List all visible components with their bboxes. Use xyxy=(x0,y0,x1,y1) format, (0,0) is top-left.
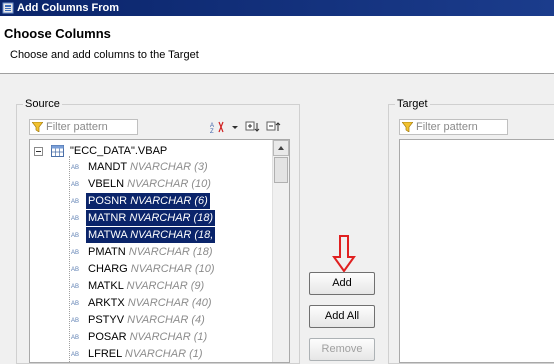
expand-all-icon[interactable] xyxy=(245,121,261,133)
source-label: Source xyxy=(23,98,62,110)
column-label: CHARG NVARCHAR (10) xyxy=(86,261,217,277)
column-type: NVARCHAR (18) xyxy=(129,212,214,224)
column-label: LFREL NVARCHAR (1) xyxy=(86,346,205,362)
column-type: NVARCHAR (9) xyxy=(126,280,205,292)
add-button[interactable]: Add xyxy=(309,272,375,295)
column-name: ARKTX xyxy=(88,297,125,309)
column-name: MANDT xyxy=(88,161,127,173)
source-tree[interactable]: "ECC_DATA".VBAP AB MANDT NVARCHAR (3) AB VB… xyxy=(29,139,290,363)
string-type-icon: AB xyxy=(71,165,80,171)
column-label: POSAR NVARCHAR (1) xyxy=(86,329,209,345)
target-label: Target xyxy=(395,98,430,110)
column-row[interactable]: AB POSAR NVARCHAR (1) xyxy=(30,329,270,345)
wizard-header: Choose Columns Choose and add columns to… xyxy=(0,16,554,74)
column-label: PSTYV NVARCHAR (4) xyxy=(86,312,207,328)
string-type-icon: AB xyxy=(71,199,80,205)
filter-icon xyxy=(32,122,43,132)
column-name: MATNR xyxy=(88,212,127,224)
source-filter-placeholder: Filter pattern xyxy=(46,121,108,133)
column-row[interactable]: AB POSNR NVARCHAR (6) xyxy=(30,193,270,209)
string-type-icon: AB xyxy=(71,318,80,324)
column-row[interactable]: AB PSTYV NVARCHAR (4) xyxy=(30,312,270,328)
column-type: NVARCHAR (1) xyxy=(124,348,203,360)
target-filter-placeholder: Filter pattern xyxy=(416,121,478,133)
string-type-icon: AB xyxy=(71,284,80,290)
column-label: POSNR NVARCHAR (6) xyxy=(86,193,210,209)
page-title: Choose Columns xyxy=(4,26,111,41)
scroll-thumb[interactable] xyxy=(274,157,288,183)
page-description: Choose and add columns to the Target xyxy=(10,49,199,61)
column-name: POSNR xyxy=(88,195,128,207)
column-row[interactable]: AB VBELN NVARCHAR (10) xyxy=(30,176,270,192)
string-type-icon: AB xyxy=(71,182,80,188)
string-type-icon: AB xyxy=(71,301,80,307)
column-type: NVARCHAR (4) xyxy=(127,314,205,326)
column-label: MATNR NVARCHAR (18) xyxy=(86,210,216,226)
target-filter-input[interactable]: Filter pattern xyxy=(399,119,508,135)
column-row[interactable]: AB MATWA NVARCHAR (18, xyxy=(30,227,270,243)
red-down-arrow-icon xyxy=(332,235,356,273)
column-type: NVARCHAR (3) xyxy=(129,161,208,173)
string-type-icon: AB xyxy=(71,352,80,358)
column-row[interactable]: AB ARKTX NVARCHAR (40) xyxy=(30,295,270,311)
column-label: PMATN NVARCHAR (18) xyxy=(86,244,215,260)
add-all-button[interactable]: Add All xyxy=(309,305,375,328)
string-type-icon: AB xyxy=(71,216,80,222)
scroll-up-icon xyxy=(278,146,284,150)
column-type: NVARCHAR (1) xyxy=(129,331,208,343)
source-scrollbar[interactable] xyxy=(272,140,289,362)
column-name: MATWA xyxy=(88,229,128,241)
column-name: CHARG xyxy=(88,263,128,275)
column-row[interactable]: AB MANDT NVARCHAR (3) xyxy=(30,159,270,175)
collapse-toggle-icon[interactable] xyxy=(34,147,43,156)
table-icon xyxy=(51,145,64,157)
window-title-bar[interactable]: Add Columns From xyxy=(0,0,554,16)
column-type: NVARCHAR (18, xyxy=(130,229,214,241)
column-type: NVARCHAR (10) xyxy=(130,263,215,275)
column-type: NVARCHAR (6) xyxy=(130,195,208,207)
tree-guide-line xyxy=(69,156,70,362)
target-list[interactable] xyxy=(399,139,554,363)
app-icon xyxy=(2,2,14,14)
column-type: NVARCHAR (40) xyxy=(127,297,212,309)
column-name: PMATN xyxy=(88,246,126,258)
scroll-up-button[interactable] xyxy=(273,140,289,156)
column-label: MANDT NVARCHAR (3) xyxy=(86,159,210,175)
column-name: LFREL xyxy=(88,348,122,360)
column-label: MATWA NVARCHAR (18, xyxy=(86,227,216,243)
column-label: ARKTX NVARCHAR (40) xyxy=(86,295,214,311)
column-name: POSAR xyxy=(88,331,127,343)
column-row[interactable]: AB PMATN NVARCHAR (18) xyxy=(30,244,270,260)
column-name: VBELN xyxy=(88,178,125,190)
string-type-icon: AB xyxy=(71,267,80,273)
column-type: NVARCHAR (10) xyxy=(127,178,211,190)
string-type-icon: AB xyxy=(71,233,80,239)
window-title: Add Columns From xyxy=(17,2,120,14)
svg-text:Z: Z xyxy=(210,129,214,133)
column-row[interactable]: AB CHARG NVARCHAR (10) xyxy=(30,261,270,277)
source-filter-input[interactable]: Filter pattern xyxy=(29,119,138,135)
column-name: MATKL xyxy=(88,280,124,292)
column-type: NVARCHAR (18) xyxy=(128,246,213,258)
column-label: MATKL NVARCHAR (9) xyxy=(86,278,206,294)
string-type-icon: AB xyxy=(71,250,80,256)
dropdown-chevron-icon[interactable] xyxy=(231,121,239,133)
string-type-icon: AB xyxy=(71,335,80,341)
collapse-all-icon[interactable] xyxy=(266,121,282,133)
sort-icon[interactable]: A Z xyxy=(210,121,224,133)
column-row[interactable]: AB MATKL NVARCHAR (9) xyxy=(30,278,270,294)
tree-root-row[interactable]: "ECC_DATA".VBAP xyxy=(30,143,270,159)
filter-icon xyxy=(402,122,413,132)
tree-root-label: "ECC_DATA".VBAP xyxy=(70,145,168,157)
column-name: PSTYV xyxy=(88,314,125,326)
column-row[interactable]: AB MATNR NVARCHAR (18) xyxy=(30,210,270,226)
column-row[interactable]: AB LFREL NVARCHAR (1) xyxy=(30,346,270,362)
column-label: VBELN NVARCHAR (10) xyxy=(86,176,213,192)
